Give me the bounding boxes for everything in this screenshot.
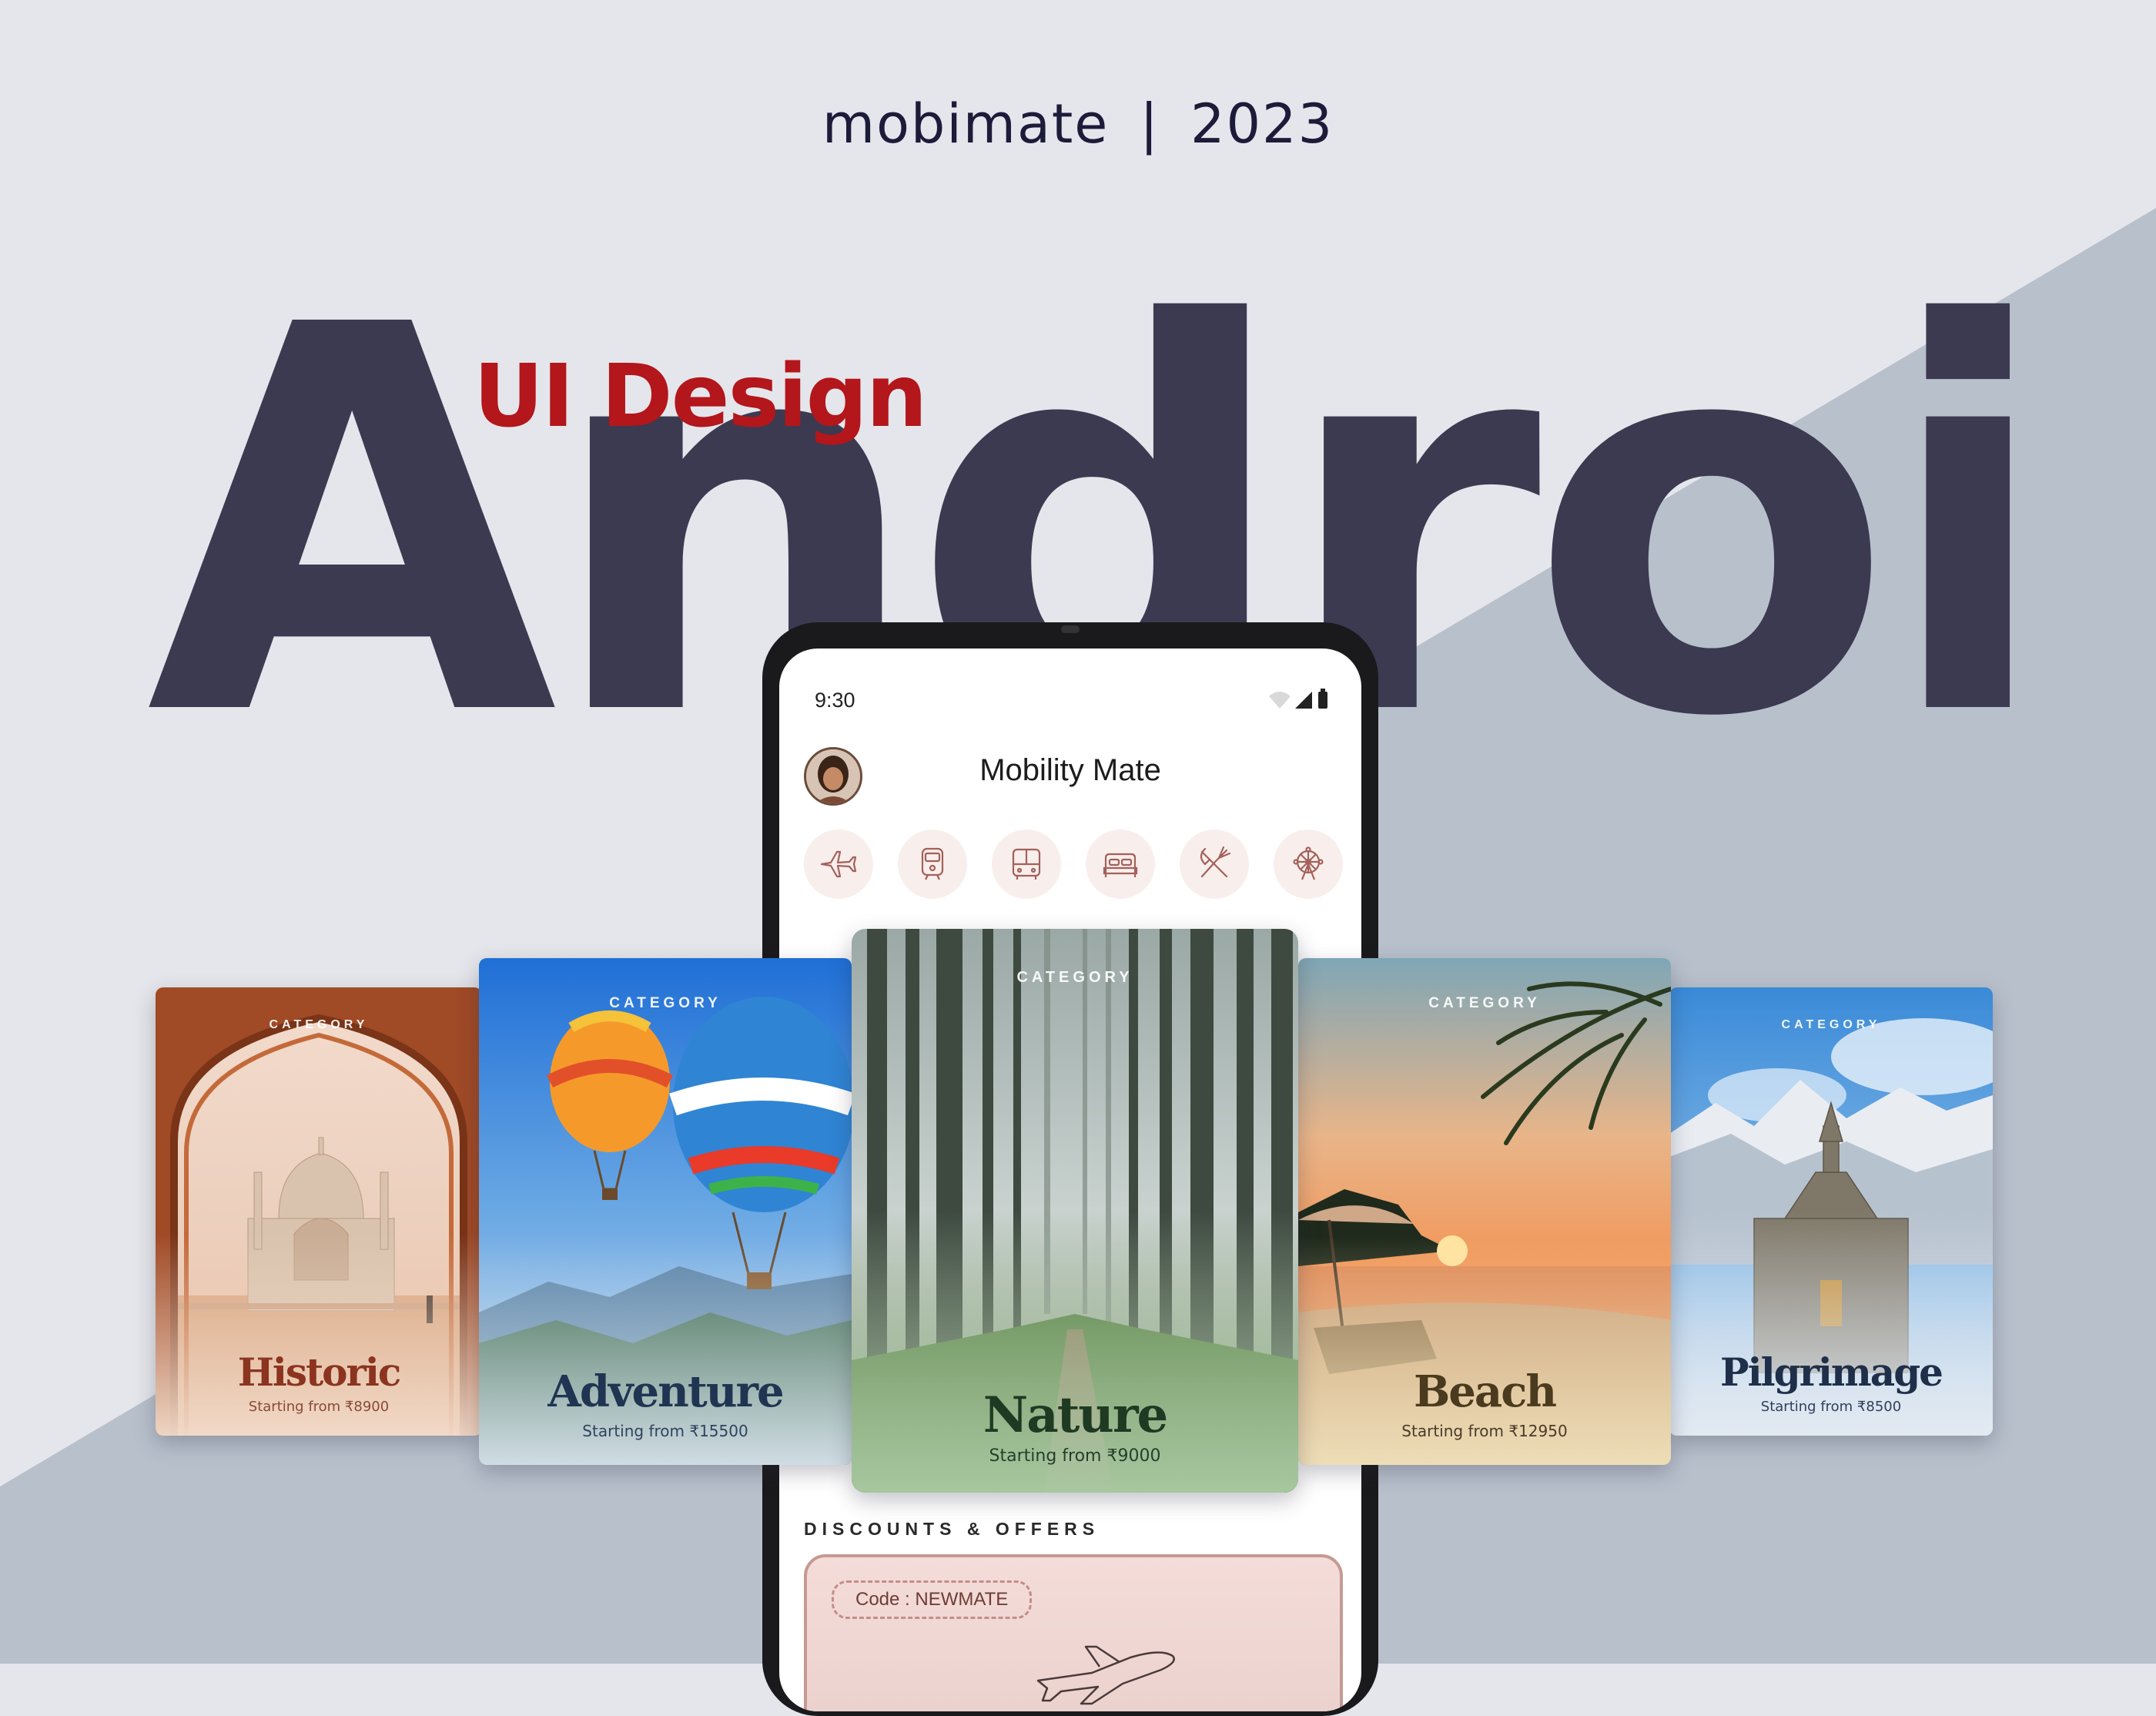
card-category-label: CATEGORY [609, 995, 721, 1011]
category-card-nature[interactable]: CATEGORY Nature Starting from ₹9000 [852, 929, 1298, 1493]
category-hotels-button[interactable] [1086, 830, 1155, 899]
brand-year: 2023 [1190, 92, 1334, 156]
promo-code-badge[interactable]: Code : NEWMATE [832, 1580, 1033, 1619]
train-icon [921, 847, 944, 880]
card-name-nature: Nature [983, 1386, 1169, 1444]
app-title: Mobility Mate [979, 753, 1161, 787]
card-price-pilgrimage: Starting from ₹8500 [1760, 1399, 1902, 1415]
brand-header: mobimate | 2023 [0, 92, 2156, 156]
category-bus-button[interactable] [992, 830, 1061, 899]
card-price-adventure: Starting from ₹15500 [582, 1422, 748, 1440]
category-row [804, 830, 1343, 899]
category-card-adventure[interactable]: CATEGORY Adventure Starting from ₹15500 [479, 958, 852, 1465]
category-card-beach[interactable]: CATEGORY Beach Starting from ₹12950 [1298, 958, 1671, 1465]
wifi-icon [1269, 692, 1291, 709]
card-price-beach: Starting from ₹12950 [1401, 1422, 1568, 1440]
category-attractions-button[interactable] [1274, 830, 1343, 899]
card-price-historic: Starting from ₹8900 [248, 1399, 390, 1415]
restaurant-icon [1200, 846, 1231, 878]
card-name-adventure: Adventure [547, 1366, 784, 1417]
category-food-button[interactable] [1180, 830, 1249, 899]
card-category-label: CATEGORY [269, 1018, 369, 1031]
status-icons [1269, 689, 1327, 709]
signal-icon [1295, 692, 1312, 709]
airplane-icon [1036, 1645, 1175, 1705]
card-name-beach: Beach [1413, 1366, 1557, 1417]
ferris-wheel-icon [1293, 846, 1324, 880]
card-price-nature: Starting from ₹9000 [989, 1446, 1161, 1466]
card-category-label: CATEGORY [1781, 1018, 1881, 1031]
offer-card[interactable]: Code : NEWMATE [804, 1554, 1343, 1711]
bus-icon [1012, 848, 1041, 880]
brand-separator: | [1140, 92, 1160, 156]
phone-camera [1061, 625, 1080, 633]
status-time: 9:30 [815, 689, 855, 712]
category-card-pilgrimage[interactable]: CATEGORY Pilgrimage Starting from ₹8500 [1669, 987, 1993, 1436]
battery-icon [1318, 689, 1327, 709]
brand-name: mobimate [822, 92, 1110, 156]
offers-section-title: DISCOUNTS & OFFERS [804, 1519, 1100, 1539]
card-name-pilgrimage: Pilgrimage [1720, 1349, 1943, 1395]
category-card-historic[interactable]: CATEGORY Historic Starting from ₹8900 [156, 987, 482, 1436]
card-name-historic: Historic [237, 1349, 402, 1395]
bed-icon [1103, 853, 1138, 877]
category-flights-button[interactable] [804, 830, 873, 899]
hero-subtitle: UI Design [474, 347, 927, 447]
card-category-label: CATEGORY [1016, 969, 1133, 986]
category-trains-button[interactable] [898, 830, 967, 899]
card-category-label: CATEGORY [1428, 995, 1541, 1011]
airplane-icon [820, 850, 857, 878]
